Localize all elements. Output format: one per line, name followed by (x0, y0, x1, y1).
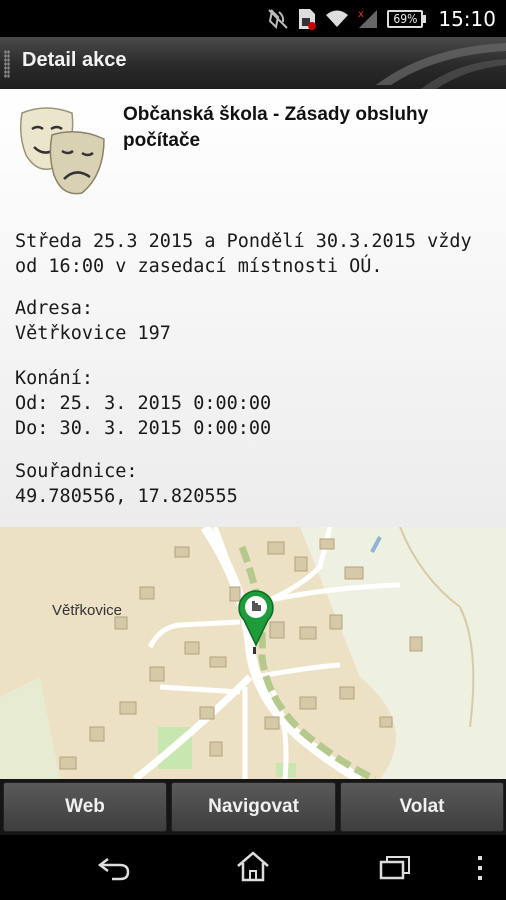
coords-label: Souřadnice: (15, 461, 138, 482)
map-graphic: Větřkovice (0, 527, 506, 779)
overflow-menu-icon[interactable] (474, 853, 486, 883)
page-title: Detail akce (22, 49, 127, 71)
event-description: Středa 25.3 2015 a Pondělí 30.3.2015 vžd… (15, 231, 483, 277)
recent-apps-icon[interactable] (377, 853, 413, 883)
clock: 15:10 (438, 6, 496, 31)
date-label: Konání: (15, 368, 93, 389)
signal-icon: x (358, 9, 378, 28)
address-value: Větřkovice 197 (15, 323, 171, 344)
status-bar: x 69% 15:10 (0, 0, 506, 37)
sim-card-icon (299, 8, 317, 30)
action-bar: Detail akce (0, 37, 506, 90)
action-buttons: Web Navigovat Volat (0, 779, 506, 835)
silent-mode-icon (268, 8, 289, 29)
coords-value: 49.780556, 17.820555 (15, 486, 238, 507)
web-button[interactable]: Web (3, 782, 167, 832)
navigate-button[interactable]: Navigovat (171, 782, 336, 832)
grip-icon (4, 50, 10, 78)
map-view[interactable]: Větřkovice (0, 527, 506, 779)
wifi-icon (326, 10, 349, 27)
system-nav-bar (0, 835, 506, 900)
date-to: Do: 30. 3. 2015 0:00:00 (15, 418, 272, 439)
call-button[interactable]: Volat (340, 782, 504, 832)
event-detail: Občanská škola - Zásady obsluhy počítače… (0, 89, 506, 527)
drama-masks-icon (19, 107, 105, 195)
home-icon[interactable] (234, 849, 272, 885)
svg-text:x: x (358, 9, 364, 20)
date-from: Od: 25. 3. 2015 0:00:00 (15, 393, 272, 414)
event-title: Občanská škola - Zásady obsluhy počítače (123, 104, 429, 151)
address-label: Adresa: (15, 298, 93, 319)
decorative-swoosh (376, 43, 506, 89)
map-place-label: Větřkovice (52, 602, 122, 619)
back-icon[interactable] (94, 853, 134, 883)
battery-icon: 69% (387, 9, 427, 28)
battery-level: 69% (387, 9, 424, 28)
